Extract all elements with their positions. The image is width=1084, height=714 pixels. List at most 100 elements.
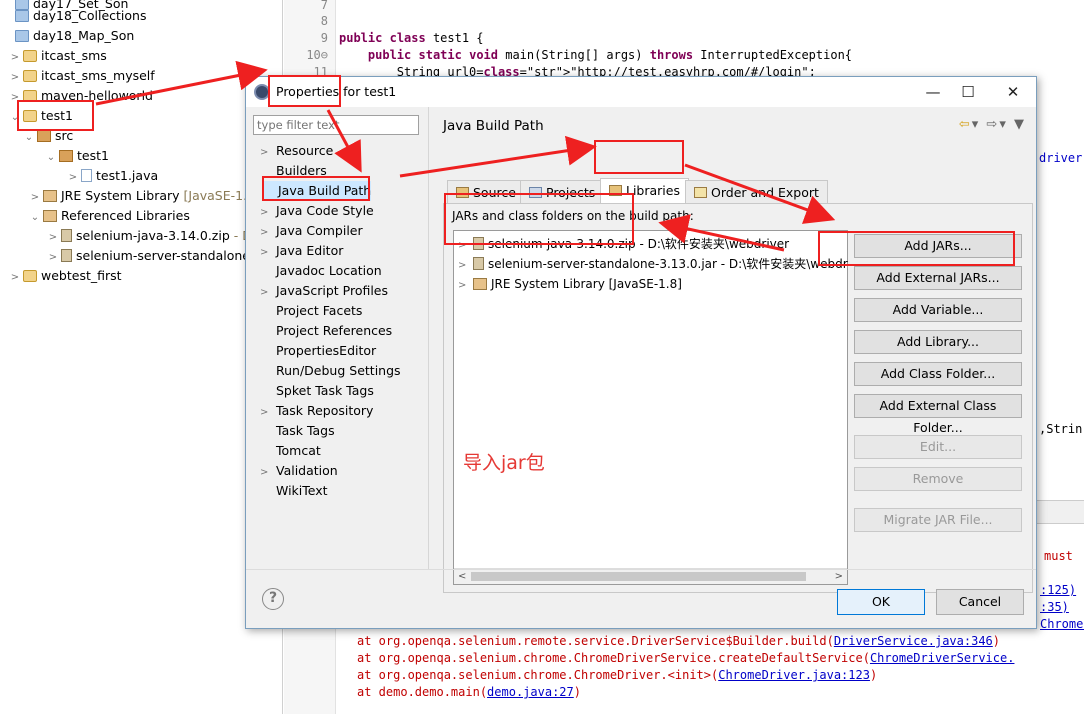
tree-item[interactable]: > test1.java	[66, 166, 158, 186]
tree-item[interactable]: > JRE System Library [JavaSE-1.8]	[28, 186, 260, 206]
help-icon[interactable]: ?	[262, 588, 284, 610]
view-menu-icon[interactable]: ▼	[1014, 117, 1026, 132]
console-link[interactable]: :35)	[1040, 599, 1069, 616]
back-arrow-icon[interactable]: ⇦	[959, 117, 972, 132]
code-text: public class test1 {	[339, 31, 484, 45]
tree-item[interactable]: > itcast_sms	[8, 46, 107, 66]
chevron-right-icon[interactable]: >	[458, 256, 472, 276]
ok-button[interactable]: OK	[837, 589, 925, 615]
chevron-down-icon[interactable]: ⌄	[28, 208, 42, 228]
chevron-right-icon[interactable]: >	[260, 143, 276, 163]
build-path-page: Java Build Path ⇦▾ ⇨▾ ▼ Source Projects …	[429, 107, 1036, 593]
jar-list[interactable]: > selenium-java-3.14.0.zip - D:\软件安装夹\web…	[453, 230, 848, 585]
tree-item[interactable]: ⌄ Referenced Libraries	[28, 206, 190, 226]
tree-item[interactable]: ⌄ test1	[44, 146, 109, 166]
stack-trace-link[interactable]: ChromeDriver.java:123	[718, 668, 870, 682]
cancel-button[interactable]: Cancel	[936, 589, 1024, 615]
order-export-icon	[694, 187, 707, 198]
library-icon	[43, 210, 57, 222]
highlight-box-test1	[17, 100, 94, 131]
stack-trace-link[interactable]: demo.java:27	[487, 685, 574, 699]
library-icon	[473, 278, 487, 290]
project-icon	[23, 70, 37, 82]
console-link[interactable]: :125)	[1040, 582, 1076, 599]
nav-item-propertieseditor[interactable]: PropertiesEditor	[260, 341, 376, 361]
stack-trace-line: at org.openqa.selenium.chrome.ChromeDriv…	[357, 668, 878, 682]
edit-button[interactable]: Edit...	[854, 435, 1022, 459]
chevron-down-icon[interactable]: ⌄	[44, 148, 58, 168]
chevron-right-icon[interactable]: >	[8, 48, 22, 68]
nav-item-project-facets[interactable]: Project Facets	[260, 301, 362, 321]
tab-order-and-export[interactable]: Order and Export	[685, 180, 828, 204]
jar-row[interactable]: > JRE System Library [JavaSE-1.8]	[458, 274, 682, 294]
tree-item[interactable]: > webtest_first	[8, 266, 122, 286]
maximize-icon[interactable]: ☐	[953, 81, 983, 103]
forward-arrow-icon[interactable]: ⇨	[986, 117, 999, 132]
stack-trace-link[interactable]: ChromeDriverService.	[870, 651, 1015, 665]
jar-row[interactable]: > selenium-server-standalone-3.13.0.jar -…	[458, 254, 848, 274]
chevron-right-icon[interactable]: >	[46, 228, 60, 248]
nav-item-project-references[interactable]: Project References	[260, 321, 392, 341]
stack-trace-line: at org.openqa.selenium.remote.service.Dr…	[357, 634, 1001, 648]
tree-item[interactable]: day18_Map_Son	[14, 26, 134, 46]
nav-item-resource[interactable]: > Resource	[260, 141, 333, 161]
nav-item-javadoc-location[interactable]: Javadoc Location	[260, 261, 382, 281]
chevron-right-icon[interactable]: >	[260, 243, 276, 263]
chevron-right-icon[interactable]: >	[260, 463, 276, 483]
add-class-folder-button[interactable]: Add Class Folder...	[854, 362, 1022, 386]
tree-item[interactable]: > selenium-java-3.14.0.zip - D	[46, 226, 252, 246]
folder-icon	[15, 30, 29, 42]
tree-item[interactable]: > itcast_sms_myself	[8, 66, 155, 86]
dialog-titlebar[interactable]: Properties for test1 — ☐ ✕	[246, 77, 1036, 107]
stack-trace-link[interactable]: DriverService.java:346	[834, 634, 993, 648]
nav-item-javascript-profiles[interactable]: > JavaScript Profiles	[260, 281, 388, 301]
java-file-icon	[81, 169, 92, 182]
add-variable-button[interactable]: Add Variable...	[854, 298, 1022, 322]
nav-item-java-code-style[interactable]: > Java Code Style	[260, 201, 374, 221]
migrate-jar-button[interactable]: Migrate JAR File...	[854, 508, 1022, 532]
nav-item-wikitext[interactable]: WikiText	[260, 481, 328, 501]
tree-item[interactable]: > selenium-server-standalone	[46, 246, 250, 266]
highlight-box-add-external-jars	[818, 231, 1015, 266]
highlight-box-properties	[268, 75, 341, 107]
chevron-right-icon[interactable]: >	[8, 268, 22, 288]
code-fragment: driver.e	[1039, 151, 1084, 165]
chevron-right-icon[interactable]: >	[260, 283, 276, 303]
nav-item-validation[interactable]: > Validation	[260, 461, 338, 481]
add-external-class-folder-button[interactable]: Add External Class Folder...	[854, 394, 1022, 435]
tree-item[interactable]: day18_Collections	[14, 6, 147, 26]
chevron-right-icon[interactable]: >	[66, 168, 80, 188]
nav-item-tomcat[interactable]: Tomcat	[260, 441, 321, 461]
nav-item-run-debug-settings[interactable]: Run/Debug Settings	[260, 361, 401, 381]
chevron-right-icon[interactable]: >	[260, 203, 276, 223]
filter-input[interactable]	[253, 115, 419, 135]
stack-trace-line: at org.openqa.selenium.chrome.ChromeDriv…	[357, 651, 1015, 665]
chevron-right-icon[interactable]: >	[458, 276, 472, 296]
console-link[interactable]: ChromeDrive	[1040, 616, 1084, 633]
project-icon	[23, 50, 37, 62]
library-icon	[43, 190, 57, 202]
jar-icon	[473, 257, 484, 270]
nav-item-task-tags[interactable]: Task Tags	[260, 421, 335, 441]
stack-trace-line: at demo.demo.main(demo.java:27)	[357, 685, 581, 699]
jar-icon	[61, 229, 72, 242]
nav-item-java-compiler[interactable]: > Java Compiler	[260, 221, 363, 241]
nav-item-spket-task-tags[interactable]: Spket Task Tags	[260, 381, 374, 401]
chevron-right-icon[interactable]: >	[260, 223, 276, 243]
code-text: public static void main(String[] args) t…	[367, 48, 853, 62]
nav-item-task-repository[interactable]: > Task Repository	[260, 401, 373, 421]
chevron-right-icon[interactable]: >	[46, 248, 60, 268]
nav-item-java-editor[interactable]: > Java Editor	[260, 241, 343, 261]
highlight-box-libraries-tab	[594, 140, 684, 174]
chevron-down-icon[interactable]: ⌄	[22, 128, 36, 148]
remove-button[interactable]: Remove	[854, 467, 1022, 491]
jar-icon	[61, 249, 72, 262]
minimize-icon[interactable]: —	[918, 81, 948, 103]
chevron-right-icon[interactable]: >	[28, 188, 42, 208]
chevron-right-icon[interactable]: >	[260, 403, 276, 423]
close-icon[interactable]: ✕	[998, 81, 1028, 103]
add-library-button[interactable]: Add Library...	[854, 330, 1022, 354]
add-external-jars-button[interactable]: Add External JARs...	[854, 266, 1022, 290]
highlight-box-jar-entries	[444, 193, 634, 245]
chevron-right-icon[interactable]: >	[8, 68, 22, 88]
